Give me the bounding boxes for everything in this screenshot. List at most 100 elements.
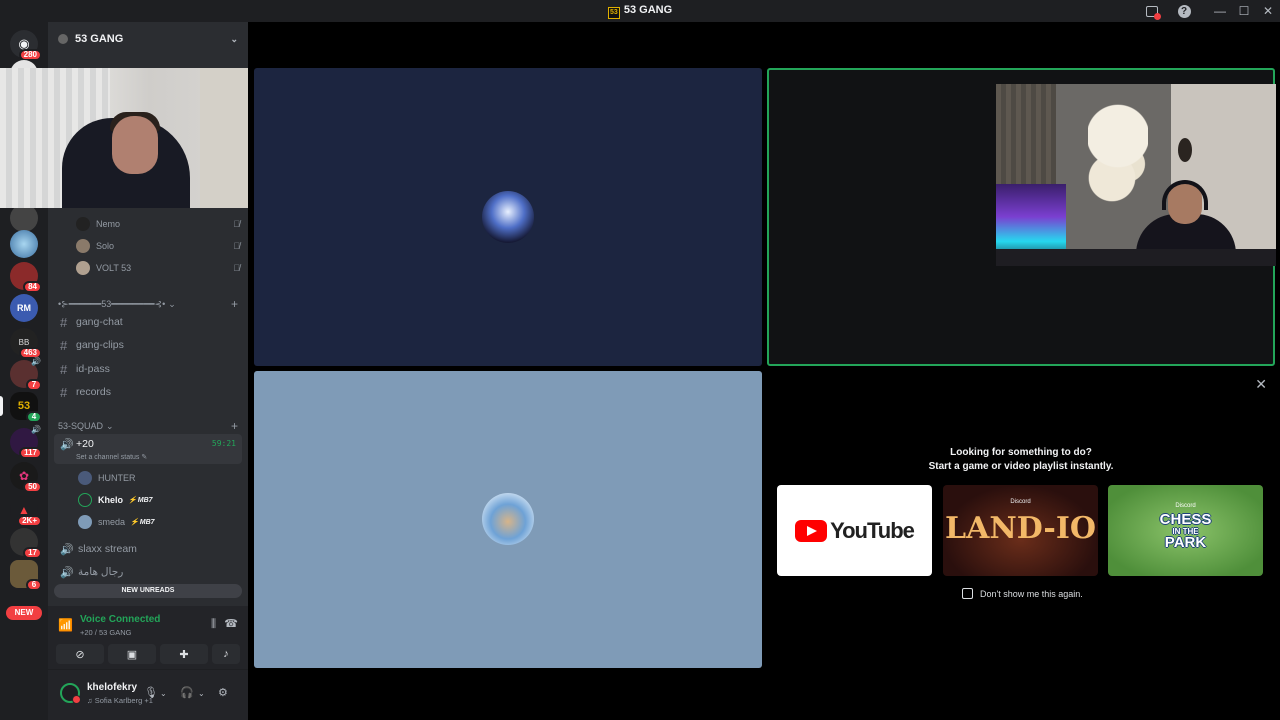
window-controls: ? — ☐ ✕ <box>1140 0 1280 22</box>
checkbox[interactable] <box>962 588 973 599</box>
title-bar: 53 53 GANG ? — ☐ ✕ <box>0 0 1280 22</box>
close-icon[interactable]: ✕ <box>1255 376 1267 393</box>
hash-icon: # <box>60 337 68 353</box>
participant-avatar <box>482 493 534 545</box>
server-icon[interactable]: 🔊 7 <box>10 357 42 391</box>
category-header[interactable]: •⊱━━━━━━53━━━━━━━━⊰• ⌄ + <box>58 297 238 311</box>
user-avatar[interactable] <box>60 683 81 704</box>
participant-tile[interactable] <box>254 68 762 366</box>
add-channel-icon[interactable]: + <box>231 297 238 311</box>
dont-show-label: Don't show me this again. <box>980 588 1083 599</box>
server-icon-53-gang[interactable]: 53 4 <box>0 392 42 423</box>
mention-badge: 17 <box>23 547 42 559</box>
help-icon: ? <box>1177 4 1191 18</box>
username[interactable]: khelofekry <box>87 682 137 693</box>
new-servers-badge[interactable]: NEW <box>6 606 42 620</box>
chevron-down-icon: ⌄ <box>230 33 238 44</box>
speaker-icon: 🔊 <box>60 543 74 556</box>
voice-member[interactable]: HUNTER <box>78 471 136 485</box>
webcam-overlay-left <box>0 68 248 208</box>
voice-count-badge: 4 <box>26 411 42 423</box>
add-channel-icon[interactable]: + <box>231 419 238 433</box>
text-channel[interactable]: # id-pass <box>56 359 240 379</box>
soundboard-button[interactable]: ♪ <box>212 644 240 664</box>
dm-button[interactable]: ◉ 280 <box>10 30 42 61</box>
activity-heading: Looking for something to do? <box>950 447 1092 458</box>
activity-suggestions: ✕ Looking for something to do? Start a g… <box>767 371 1275 668</box>
youtube-label: YouTube <box>830 517 915 543</box>
minimize-button[interactable]: — <box>1208 0 1232 22</box>
activities-icon: ✚ <box>179 648 189 661</box>
voice-location[interactable]: +20 / 53 GANG <box>80 628 132 637</box>
mention-badge: 117 <box>19 447 42 459</box>
mute-icon: 🎙̸ <box>233 241 240 251</box>
disconnect-icon[interactable]: ☎ <box>224 617 238 630</box>
speaker-icon: 🔊 <box>60 566 74 579</box>
maximize-button[interactable]: ☐ <box>1232 0 1256 22</box>
voice-member[interactable]: Khelo MB7 <box>78 493 153 507</box>
category-name: •⊱━━━━━━53━━━━━━━━⊰• <box>58 298 166 309</box>
channel-status[interactable]: Set a channel status ✎ <box>76 453 147 461</box>
server-icon[interactable] <box>10 204 38 232</box>
dont-show-again[interactable]: Don't show me this again. <box>962 588 1083 599</box>
voice-member[interactable]: Solo 🎙̸ <box>76 239 240 253</box>
server-icon[interactable]: 84 <box>10 262 42 293</box>
guild-header[interactable]: 53 GANG ⌄ <box>48 22 248 56</box>
voice-member[interactable]: Nemo 🎙̸ <box>76 217 240 231</box>
chevron-down-icon[interactable]: ⌄ <box>160 689 167 698</box>
channel-name: gang-chat <box>76 316 123 328</box>
member-tag: MB7 <box>130 518 155 526</box>
channel-name: +20 <box>76 438 94 450</box>
text-channel[interactable]: # gang-chat <box>56 312 240 332</box>
voice-member[interactable]: VOLT 53 🎙̸ <box>76 261 240 275</box>
guild-name: 53 GANG <box>75 33 124 45</box>
category-name: 53-SQUAD <box>58 421 104 431</box>
chevron-down-icon: ⌄ <box>168 298 176 309</box>
window-title: 53 53 GANG <box>0 4 1280 19</box>
server-icon[interactable]: 🔊 117 <box>10 425 42 459</box>
microphone-icon[interactable]: 🎙 <box>144 686 158 699</box>
signal-icon[interactable]: 📶 <box>58 618 73 632</box>
category-header[interactable]: 53-SQUAD ⌄ + <box>58 419 238 433</box>
server-icon[interactable]: ✿ 50 <box>10 462 42 493</box>
voice-channel[interactable]: 🔊 رجال هامة <box>56 562 240 582</box>
chess-in-the-park-activity-card[interactable]: Discord CHESS IN THE PARK <box>1108 485 1263 576</box>
channel-name: slaxx stream <box>78 543 137 555</box>
noise-suppression-icon[interactable]: ⫼ <box>211 618 216 631</box>
participant-tile[interactable] <box>254 371 762 668</box>
text-channel[interactable]: # records <box>56 382 240 402</box>
brand-label: Discord <box>1010 499 1031 505</box>
selected-indicator <box>0 396 3 416</box>
voice-member[interactable]: smeda MB7 <box>78 515 155 529</box>
mention-badge: 2K+ <box>17 515 42 527</box>
member-name: Solo <box>96 241 115 251</box>
server-icon[interactable]: BB 463 <box>10 328 42 359</box>
close-window-button[interactable]: ✕ <box>1256 0 1280 22</box>
server-icon[interactable] <box>10 230 38 258</box>
screen-share-icon: ▣ <box>126 648 138 661</box>
speaker-icon: 🔊 <box>31 425 41 434</box>
call-timer: 59:21 <box>211 439 236 448</box>
voice-channel-active[interactable]: 🔊 +20 59:21 Set a channel status ✎ <box>54 434 242 464</box>
youtube-activity-card[interactable]: YouTube <box>777 485 932 576</box>
activity-subheading: Start a game or video playlist instantly… <box>928 461 1114 472</box>
chevron-down-icon[interactable]: ⌄ <box>198 689 205 698</box>
voice-channel[interactable]: 🔊 slaxx stream <box>56 539 240 559</box>
activities-button[interactable]: ✚ <box>160 644 208 664</box>
help-button[interactable]: ? <box>1172 0 1196 22</box>
server-icon[interactable]: 17 <box>10 528 42 559</box>
settings-gear-icon[interactable]: ⚙ <box>218 686 228 699</box>
headphones-icon[interactable]: 🎧 <box>180 686 194 699</box>
text-channel[interactable]: # gang-clips <box>56 335 240 355</box>
mention-badge: 6 <box>26 579 42 591</box>
server-icon[interactable]: 6 <box>10 560 42 591</box>
new-unreads-button[interactable]: NEW UNREADS <box>54 584 242 598</box>
camera-toggle-button[interactable]: ⊘ <box>56 644 104 664</box>
server-icon[interactable]: RM <box>10 294 38 322</box>
server-icon[interactable]: ▲ 2K+ <box>10 496 42 527</box>
mention-badge: 7 <box>26 379 42 391</box>
land-io-activity-card[interactable]: Discord LAND-IO <box>943 485 1098 576</box>
inbox-button[interactable] <box>1140 0 1164 22</box>
screen-share-button[interactable]: ▣ <box>108 644 156 664</box>
game-title: CHESS IN THE PARK <box>1159 511 1212 551</box>
